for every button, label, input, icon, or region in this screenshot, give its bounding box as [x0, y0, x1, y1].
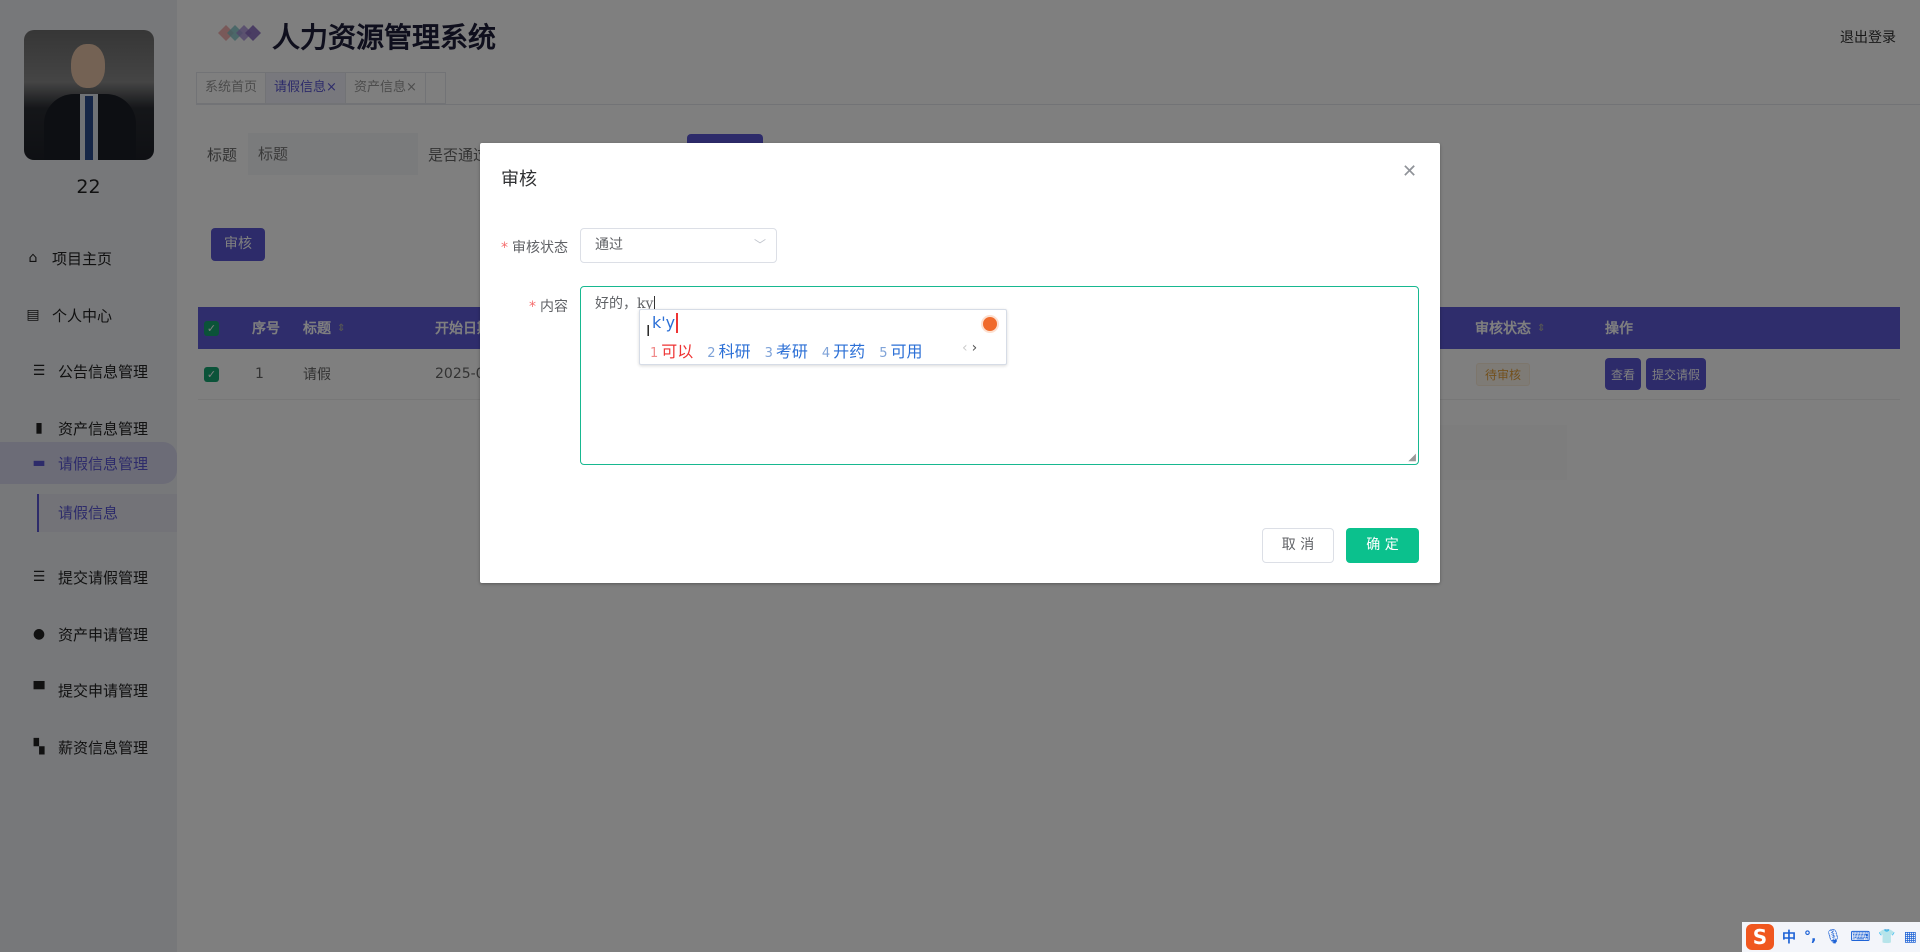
cancel-button[interactable]: 取 消 [1262, 528, 1334, 563]
ime-punct-toggle[interactable]: °, [1804, 929, 1816, 945]
ime-candidate-popup: k'y 1 可以 2 科研 3 考研 4 开药 5 可用 ‹ › [639, 309, 1007, 365]
content-label: * 内容 [480, 296, 568, 316]
keyboard-icon[interactable]: ⌨ [1850, 929, 1870, 945]
sogou-logo-icon[interactable]: S [1746, 924, 1774, 950]
ime-candidate[interactable]: 2 科研 [707, 338, 750, 362]
ime-nav: ‹ › [962, 340, 977, 356]
confirm-button[interactable]: 确 定 [1346, 528, 1419, 563]
dialog-title: 审核 [501, 169, 537, 190]
candidate-text: 科研 [718, 342, 751, 361]
close-icon[interactable]: ✕ [1402, 161, 1417, 182]
candidate-number: 4 [821, 346, 831, 361]
microphone-icon[interactable]: 🎙 [1824, 929, 1842, 945]
resize-handle-icon[interactable]: ◢ [1408, 452, 1416, 463]
skin-icon[interactable]: 👕 [1878, 929, 1895, 945]
required-mark: * [529, 299, 536, 315]
ime-candidate[interactable]: 1 可以 [650, 338, 693, 362]
ime-composition: k'y [652, 313, 679, 333]
required-mark: * [501, 240, 508, 256]
ime-toolbar: S 中 °, 🎙 ⌨ 👕 ▦ [1742, 922, 1920, 952]
text-cursor-icon: I [646, 322, 651, 340]
label-text: 内容 [540, 299, 568, 315]
ime-mode-toggle[interactable]: 中 [1782, 927, 1796, 947]
candidate-text: 考研 [775, 342, 808, 361]
ime-candidate[interactable]: 3 考研 [765, 338, 808, 362]
ime-candidate[interactable]: 4 开药 [822, 338, 865, 362]
label-text: 审核状态 [512, 240, 568, 256]
status-label: * 审核状态 [480, 237, 568, 257]
select-value: 通过 [595, 237, 623, 253]
ime-logo-icon[interactable] [981, 315, 999, 333]
candidate-number: 1 [650, 346, 659, 361]
status-select[interactable]: 通过 ﹀ [580, 228, 777, 263]
ime-candidates: 1 可以 2 科研 3 考研 4 开药 5 可用 [650, 338, 936, 362]
toolbox-icon[interactable]: ▦ [1904, 929, 1917, 945]
chevron-down-icon: ﹀ [753, 238, 766, 252]
candidate-number: 3 [764, 346, 773, 361]
ime-candidate[interactable]: 5 可用 [879, 338, 922, 362]
candidate-text: 开药 [833, 342, 866, 361]
ime-next-icon[interactable]: › [972, 340, 978, 356]
candidate-number: 5 [879, 346, 888, 361]
candidate-text: 可以 [661, 342, 694, 361]
candidate-number: 2 [707, 346, 716, 361]
candidate-text: 可用 [890, 342, 923, 361]
ime-prev-icon[interactable]: ‹ [962, 340, 968, 356]
